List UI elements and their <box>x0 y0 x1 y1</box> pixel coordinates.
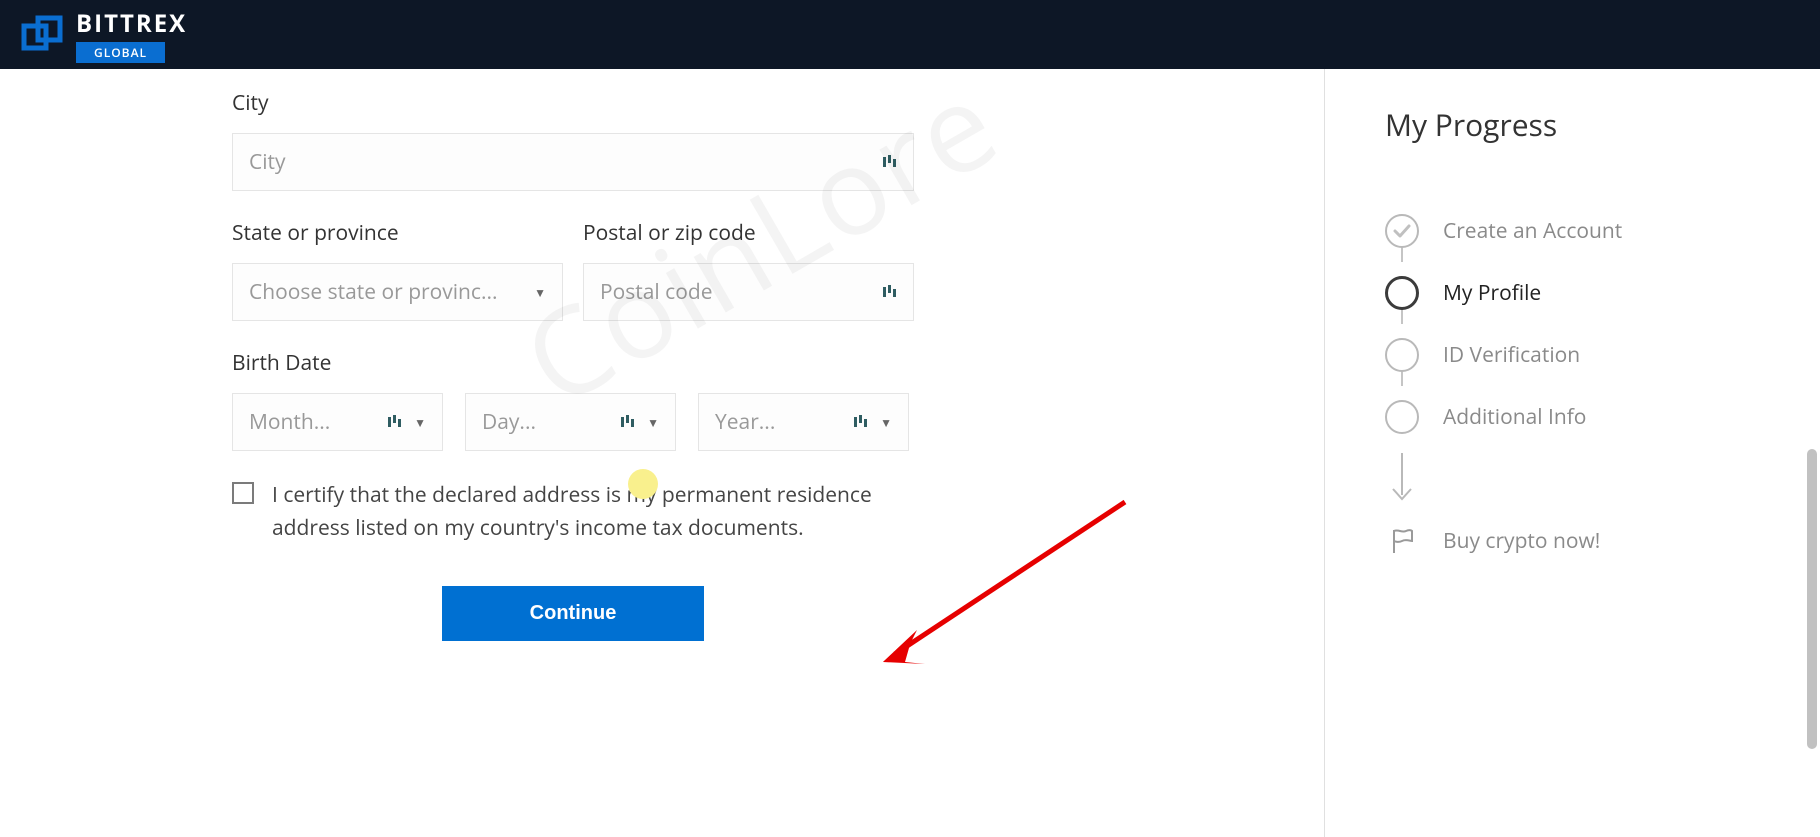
birth-month-select[interactable]: Month... ▼ <box>232 393 443 451</box>
chevron-down-icon: ▼ <box>414 414 426 431</box>
password-manager-icon[interactable] <box>854 415 868 429</box>
step-label: Create an Account <box>1443 217 1622 245</box>
flag-icon <box>1385 524 1419 558</box>
field-city: City City <box>232 89 1244 191</box>
progress-title: My Progress <box>1385 104 1780 145</box>
step-label: Buy crypto now! <box>1443 527 1600 555</box>
step-buy-crypto: Buy crypto now! <box>1385 510 1780 572</box>
password-manager-icon[interactable] <box>883 155 897 169</box>
scrollbar[interactable] <box>1804 69 1820 837</box>
state-label: State or province <box>232 219 563 247</box>
continue-button[interactable]: Continue <box>442 586 705 641</box>
step-id-verification: ID Verification <box>1385 324 1780 386</box>
app-header: BITTREX GLOBAL <box>0 0 1820 69</box>
field-state: State or province Choose state or provin… <box>232 219 563 321</box>
step-label: My Profile <box>1443 279 1541 307</box>
field-birth-date: Birth Date Month... ▼ Day... <box>232 349 1244 451</box>
step-label: ID Verification <box>1443 341 1580 369</box>
state-postal-row: State or province Choose state or provin… <box>232 219 914 349</box>
progress-steps: Create an Account My Profile ID Verifica… <box>1385 200 1780 572</box>
step-my-profile: My Profile <box>1385 262 1780 324</box>
password-manager-icon[interactable] <box>883 285 897 299</box>
chevron-down-icon: ▼ <box>534 284 546 301</box>
brand-logo[interactable]: BITTREX GLOBAL <box>20 7 187 63</box>
city-input[interactable]: City <box>232 133 914 191</box>
birth-label: Birth Date <box>232 349 1244 377</box>
birth-day-select[interactable]: Day... ▼ <box>465 393 676 451</box>
brand-subtitle: GLOBAL <box>76 42 165 63</box>
step-create-account: Create an Account <box>1385 200 1780 262</box>
step-label: Additional Info <box>1443 403 1586 431</box>
progress-sidebar: My Progress Create an Account My Profile… <box>1325 69 1820 837</box>
state-placeholder: Choose state or provinc... <box>249 278 522 306</box>
state-select[interactable]: Choose state or provinc... ▼ <box>232 263 563 321</box>
bittrex-logo-icon <box>20 12 66 58</box>
chevron-down-icon: ▼ <box>647 414 659 431</box>
password-manager-icon[interactable] <box>621 415 635 429</box>
city-label: City <box>232 89 1244 117</box>
chevron-down-icon: ▼ <box>880 414 892 431</box>
certify-checkbox-row: I certify that the declared address is m… <box>232 479 1244 544</box>
postal-placeholder: Postal code <box>600 278 875 306</box>
arrow-down-icon <box>1385 448 1419 510</box>
step-additional-info: Additional Info <box>1385 386 1780 448</box>
birth-date-row: Month... ▼ Day... ▼ <box>232 393 1244 451</box>
password-manager-icon[interactable] <box>388 415 402 429</box>
page-content: CoinLore City City State or province Cho… <box>0 69 1820 837</box>
profile-form: CoinLore City City State or province Cho… <box>0 69 1324 837</box>
postal-input[interactable]: Postal code <box>583 263 914 321</box>
step-done-icon <box>1385 214 1419 248</box>
year-placeholder: Year... <box>715 408 846 436</box>
day-placeholder: Day... <box>482 408 613 436</box>
step-current-icon <box>1385 276 1419 310</box>
step-pending-icon <box>1385 400 1419 434</box>
step-arrow <box>1385 448 1780 510</box>
month-placeholder: Month... <box>249 408 380 436</box>
postal-label: Postal or zip code <box>583 219 914 247</box>
button-row: Continue <box>232 586 914 641</box>
city-placeholder: City <box>249 148 875 176</box>
certify-label: I certify that the declared address is m… <box>272 479 912 544</box>
step-pending-icon <box>1385 338 1419 372</box>
certify-checkbox[interactable] <box>232 482 254 504</box>
field-postal: Postal or zip code Postal code <box>583 219 914 321</box>
scrollbar-thumb[interactable] <box>1807 449 1817 749</box>
birth-year-select[interactable]: Year... ▼ <box>698 393 909 451</box>
brand-text-wrap: BITTREX GLOBAL <box>76 7 187 63</box>
brand-name: BITTREX <box>76 7 187 40</box>
